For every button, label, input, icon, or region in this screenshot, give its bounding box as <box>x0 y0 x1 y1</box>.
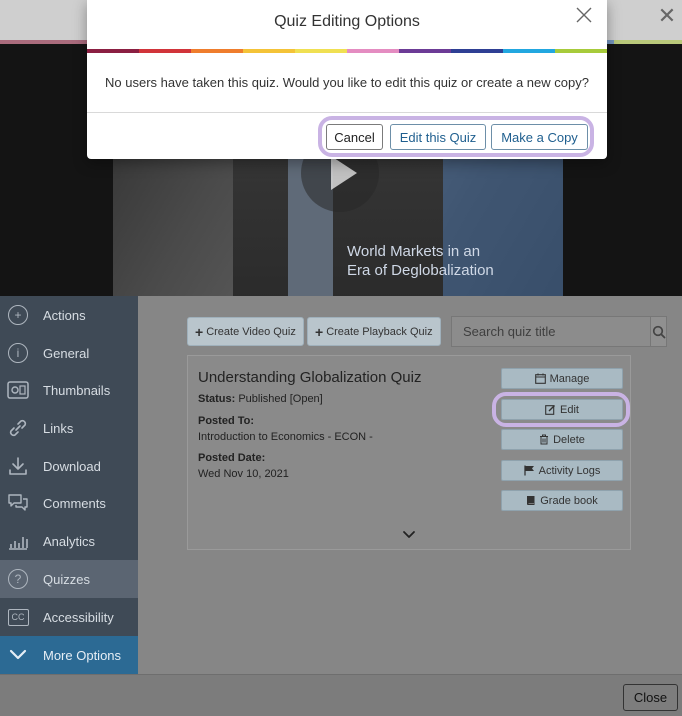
quizzes-panel: + Create Video Quiz + Create Playback Qu… <box>138 296 682 674</box>
sidebar-item-general[interactable]: i General <box>0 334 138 372</box>
plus-icon: + <box>315 323 324 340</box>
thumbnails-icon <box>7 379 29 401</box>
sidebar-item-links[interactable]: Links <box>0 409 138 447</box>
delete-button[interactable]: Delete <box>501 429 623 450</box>
sidebar-item-label: Accessibility <box>43 609 114 625</box>
plus-circle-icon: + <box>7 304 29 326</box>
dialog-rainbow-bar <box>87 49 607 53</box>
quiz-search <box>451 316 667 347</box>
delete-label: Delete <box>553 433 585 446</box>
status-label: Status: <box>198 393 236 405</box>
dialog-message: No users have taken this quiz. Would you… <box>105 75 589 90</box>
status-value: Published [Open] <box>238 393 323 405</box>
posted-date-value: Wed Nov 10, 2021 <box>198 468 289 480</box>
rainbow-segment <box>347 49 399 53</box>
dialog-title: Quiz Editing Options <box>274 13 420 30</box>
sidebar-item-label: Actions <box>43 307 86 323</box>
dialog-divider <box>87 112 607 113</box>
rainbow-segment <box>139 49 191 53</box>
panel-close-icon[interactable]: ✕ <box>656 5 678 27</box>
sidebar-item-label: More Options <box>43 647 122 663</box>
posted-to-value: Introduction to Economics - ECON - <box>198 431 373 443</box>
download-icon <box>7 455 29 477</box>
calendar-icon <box>534 373 546 384</box>
posted-date-label: Posted Date: <box>198 452 266 464</box>
close-icon[interactable] <box>575 6 593 24</box>
grade-book-label: Grade book <box>540 494 598 507</box>
link-icon <box>7 417 29 439</box>
create-video-quiz-label: Create Video Quiz <box>206 325 296 338</box>
quiz-status: Status: Published [Open] <box>198 393 323 405</box>
edit-button-highlight <box>492 392 630 427</box>
sidebar-item-label: Comments <box>43 495 106 511</box>
sidebar-item-label: Quizzes <box>43 571 90 587</box>
book-icon <box>527 496 535 505</box>
comments-icon <box>7 492 29 514</box>
sidebar-item-label: Links <box>43 420 74 436</box>
sidebar-item-more-options[interactable]: More Options <box>0 636 138 674</box>
rainbow-segment <box>451 49 503 53</box>
sidebar-item-actions[interactable]: + Actions <box>0 296 138 334</box>
sidebar-item-analytics[interactable]: Analytics <box>0 522 138 560</box>
close-button[interactable]: Close <box>623 684 678 711</box>
posted-to-label: Posted To: <box>198 415 255 427</box>
search-input[interactable] <box>452 317 650 346</box>
search-button[interactable] <box>650 317 666 346</box>
sidebar-item-label: Download <box>43 458 101 474</box>
sidebar-item-label: General <box>43 345 90 361</box>
quiz-card: Understanding Globalization Quiz Status:… <box>187 355 631 550</box>
expand-chevron-icon[interactable] <box>402 528 416 542</box>
rainbow-segment <box>295 49 347 53</box>
sidebar-item-comments[interactable]: Comments <box>0 484 138 522</box>
manage-label: Manage <box>549 372 590 385</box>
rainbow-segment <box>503 49 555 53</box>
rainbow-segment <box>399 49 451 53</box>
sidebar-item-label: Thumbnails <box>43 382 111 398</box>
plus-icon: + <box>195 323 204 340</box>
quiz-title: Understanding Globalization Quiz <box>198 369 422 386</box>
chevron-down-icon <box>7 644 29 666</box>
video-caption-line-1: World Markets in an <box>347 243 481 260</box>
analytics-icon <box>7 530 29 552</box>
activity-logs-label: Activity Logs <box>538 464 601 477</box>
sidebar-item-download[interactable]: Download <box>0 447 138 485</box>
sidebar-item-label: Analytics <box>43 533 96 549</box>
flag-icon <box>523 465 534 476</box>
cc-icon: CC <box>7 606 29 628</box>
activity-logs-button[interactable]: Activity Logs <box>501 460 623 481</box>
search-icon <box>652 325 665 338</box>
rainbow-segment <box>191 49 243 53</box>
question-icon: ? <box>7 568 29 590</box>
panel-footer: Close <box>0 674 682 716</box>
sidebar: + Actions i General Thumbnails Links Dow… <box>0 296 138 674</box>
trash-icon <box>540 434 549 445</box>
sidebar-item-thumbnails[interactable]: Thumbnails <box>0 371 138 409</box>
create-playback-quiz-button[interactable]: + Create Playback Quiz <box>307 317 441 346</box>
manage-button[interactable]: Manage <box>501 368 623 389</box>
rainbow-segment <box>87 49 139 53</box>
rainbow-segment <box>555 49 607 53</box>
create-playback-quiz-label: Create Playback Quiz <box>326 325 433 338</box>
create-video-quiz-button[interactable]: + Create Video Quiz <box>187 317 304 346</box>
rainbow-segment <box>243 49 295 53</box>
video-caption-line-2: Era of Deglobalization <box>347 262 494 279</box>
video-caption: World Markets in an Era of Deglobalizati… <box>347 242 494 280</box>
dialog-buttons-highlight <box>318 116 594 157</box>
grade-book-button[interactable]: Grade book <box>501 490 623 511</box>
sidebar-item-accessibility[interactable]: CC Accessibility <box>0 598 138 636</box>
sidebar-item-quizzes[interactable]: ? Quizzes <box>0 560 138 598</box>
info-icon: i <box>7 342 29 364</box>
